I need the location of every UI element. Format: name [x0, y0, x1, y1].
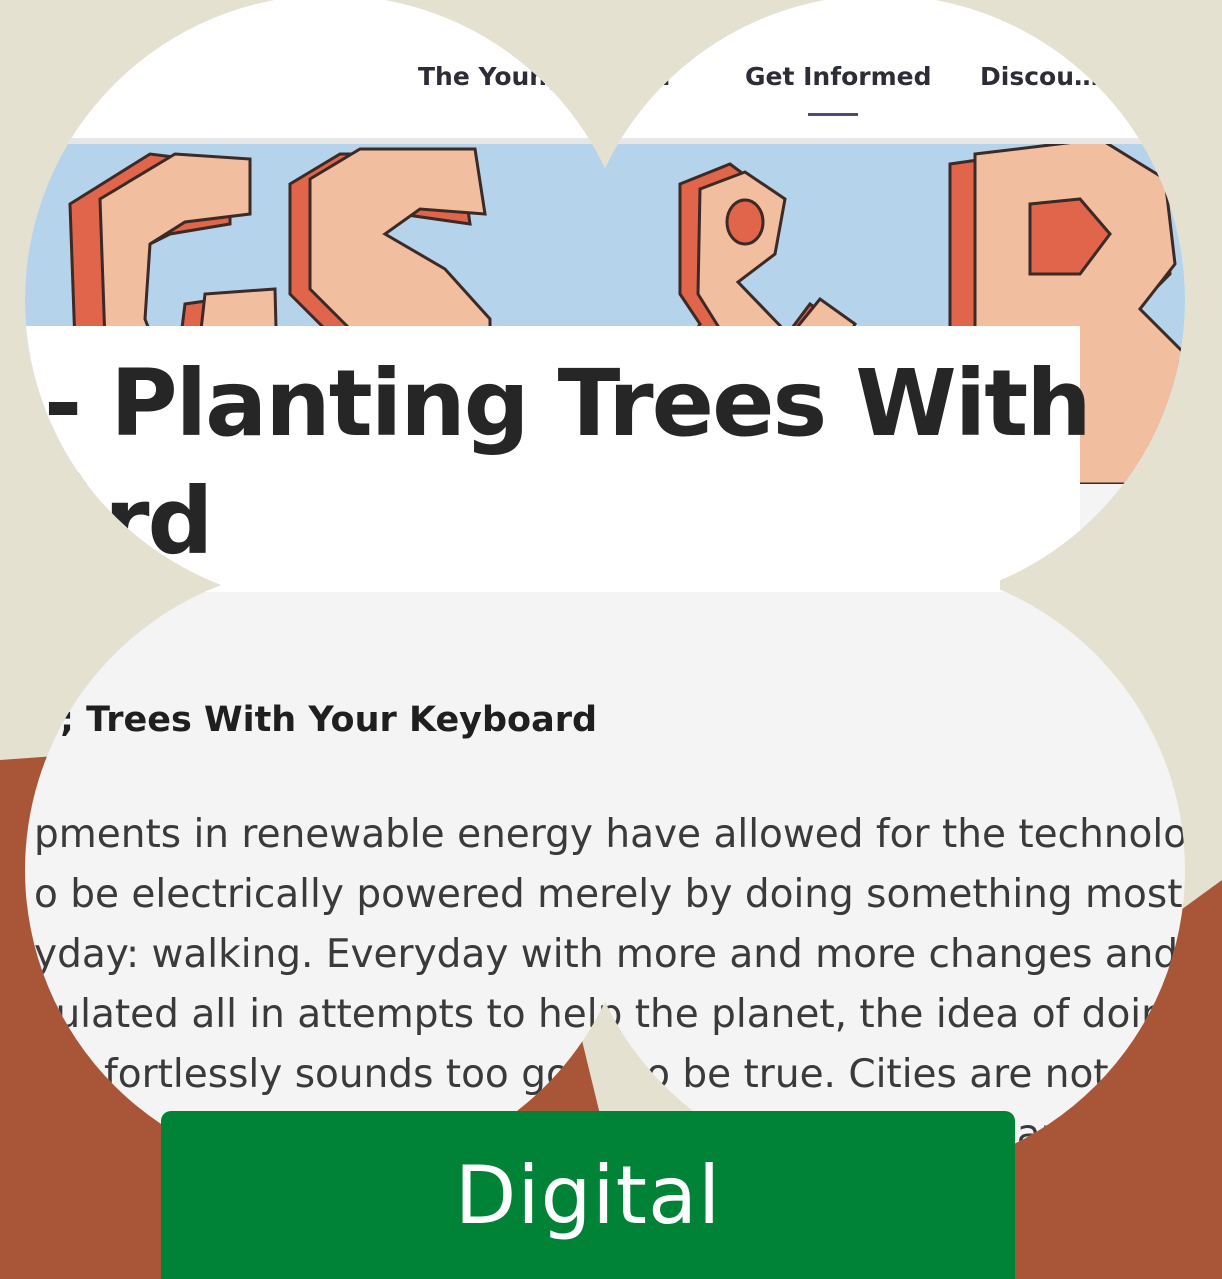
- body-line-2: o be electrically powered merely by doin…: [34, 872, 1222, 917]
- active-nav-indicator: [808, 113, 858, 116]
- body-line-1: pments in renewable energy have allowed …: [34, 812, 1222, 857]
- nav-item-get-informed[interactable]: Get Informed: [745, 62, 932, 91]
- digital-label-text: Digital: [454, 1149, 722, 1242]
- body-line-3: yday: walking. Everyday with more and mo…: [34, 932, 1222, 977]
- article-subheading: ; Trees With Your Keyboard: [60, 700, 598, 740]
- article-title-line-1: - Planting Trees With: [44, 350, 1090, 457]
- article-title: - Planting Trees With ard: [44, 345, 1090, 581]
- digital-category-label: Digital: [161, 1111, 1015, 1279]
